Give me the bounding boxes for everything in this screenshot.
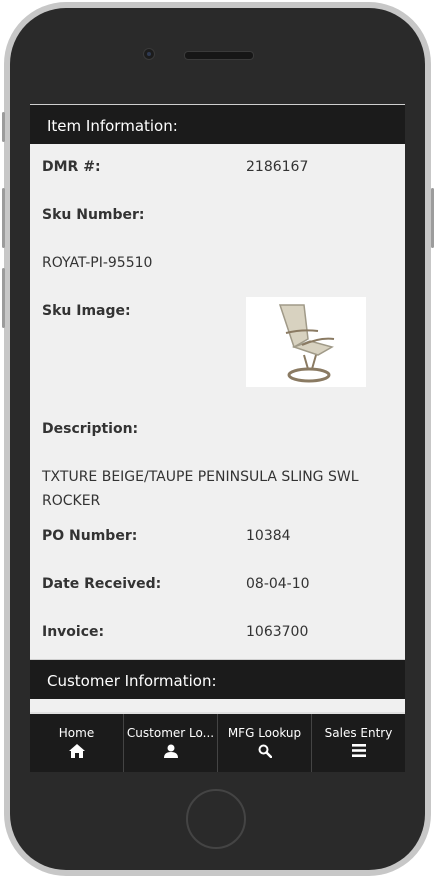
rocker-chair-image <box>278 304 335 383</box>
tab-home[interactable]: Home <box>30 714 124 772</box>
volume-down-button <box>2 268 5 328</box>
description-value: TXTURE BEIGE/TAUPE PENINSULA SLING SWL R… <box>42 469 359 509</box>
front-camera <box>143 48 155 60</box>
po-number-label: PO Number: <box>42 528 138 544</box>
tab-customer-lookup[interactable]: Customer Lo... <box>124 714 218 772</box>
invoice-label: Invoice: <box>42 624 105 640</box>
home-icon <box>68 744 85 758</box>
tab-mfg-lookup[interactable]: MFG Lookup <box>218 714 312 772</box>
tab-sales-entry-label: Sales Entry <box>324 726 393 740</box>
date-received-label: Date Received: <box>42 576 162 592</box>
description-label: Description: <box>42 421 139 437</box>
sku-image-row: Sku Image: <box>42 288 393 406</box>
app-screen: Item Information: DMR #: 2186167 Sku Num… <box>30 104 405 772</box>
dmr-value: 2186167 <box>246 159 309 175</box>
sku-image[interactable] <box>246 297 366 387</box>
power-button <box>431 188 434 248</box>
tab-customer-lookup-label: Customer Lo... <box>126 726 215 740</box>
earpiece-speaker <box>184 51 254 60</box>
user-icon <box>163 744 178 758</box>
sku-number-row: Sku Number: <box>42 192 393 240</box>
mute-switch <box>2 112 5 142</box>
sku-number-label: Sku Number: <box>42 207 145 223</box>
description-row: Description: <box>42 406 393 454</box>
date-received-row: Date Received: 08-04-10 <box>42 561 393 609</box>
home-hardware-button[interactable] <box>186 789 246 849</box>
dmr-row: DMR #: 2186167 <box>42 144 393 192</box>
po-number-value: 10384 <box>246 528 291 544</box>
customer-information-header[interactable]: Customer Information: <box>30 659 405 699</box>
po-number-row: PO Number: 10384 <box>42 513 393 561</box>
item-information-content: DMR #: 2186167 Sku Number: ROYAT-PI-9551… <box>30 144 405 657</box>
sku-number-value: ROYAT-PI-95510 <box>42 255 153 271</box>
tab-mfg-lookup-label: MFG Lookup <box>227 726 302 740</box>
item-information-header: Item Information: <box>30 104 405 144</box>
tab-home-label: Home <box>58 726 95 740</box>
date-received-value: 08-04-10 <box>246 576 310 592</box>
bottom-tab-bar: Home Customer Lo... MFG Lookup Sales Ent… <box>30 712 405 772</box>
invoice-value: 1063700 <box>246 624 309 640</box>
sku-image-label: Sku Image: <box>42 303 131 319</box>
dmr-label: DMR #: <box>42 159 101 175</box>
volume-up-button <box>2 188 5 248</box>
tab-sales-entry[interactable]: Sales Entry <box>312 714 405 772</box>
search-icon <box>258 744 272 758</box>
invoice-row: Invoice: 1063700 <box>42 609 393 657</box>
menu-icon <box>351 744 366 757</box>
